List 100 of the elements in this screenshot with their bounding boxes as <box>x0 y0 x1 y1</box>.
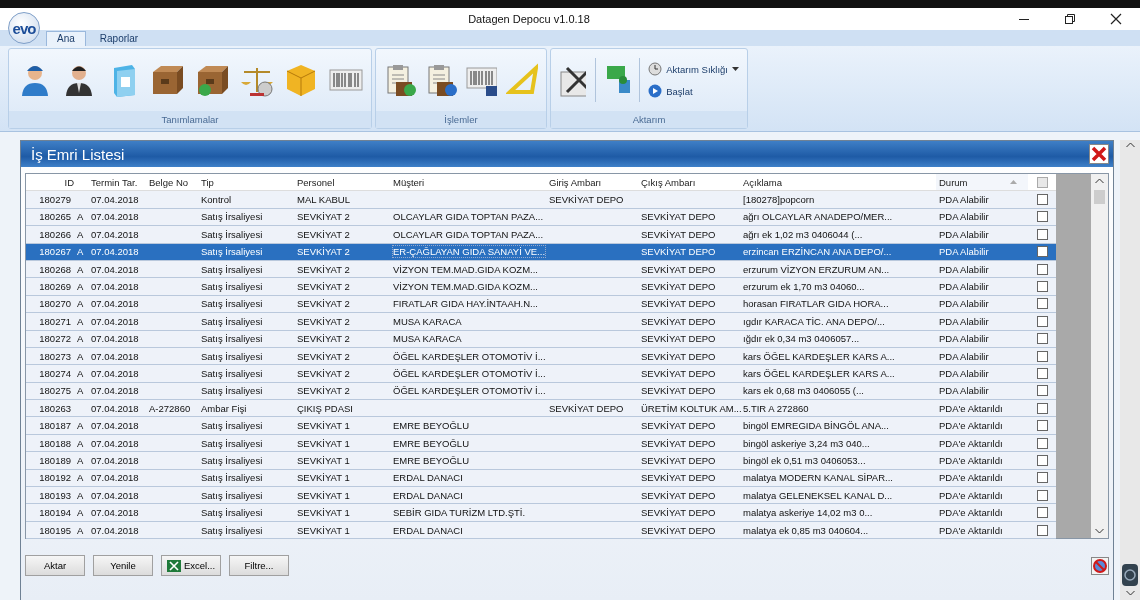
table-cell: PDA Alabilir <box>939 246 989 258</box>
checkbox[interactable] <box>1036 437 1048 449</box>
column-header[interactable]: Termin Tar. <box>88 174 146 191</box>
column-header[interactable]: Çıkış Ambarı <box>632 174 740 191</box>
column-header[interactable]: Durum <box>936 174 1028 191</box>
table-cell: ERDAL DANACI <box>393 489 463 501</box>
table-row[interactable]: 180193 A 07.04.2018 Satış İrsaliyesi SEVKİYAT 1 ERDAL DANACI SEVKİYAT DEPO malatya GELENEKSEL KANAL D... PDA'e Aktarıldı <box>26 487 1056 505</box>
checkbox[interactable] <box>1036 350 1048 362</box>
scroll-up-icon[interactable] <box>1095 178 1104 184</box>
table-row[interactable]: 180189 A 07.04.2018 Satış İrsaliyesi SEVKİYAT 1 EMRE BEYOĞLU SEVKİYAT DEPO bingöl ek 0,51 m3 0406053... PDA'e Aktarıldı <box>26 452 1056 470</box>
table-cell: 180269 <box>39 281 71 293</box>
checkbox[interactable] <box>1036 472 1048 484</box>
table-cell: Kontrol <box>201 194 232 206</box>
table-cell: 07.04.2018 <box>91 298 139 310</box>
table-row[interactable]: 180279 07.04.2018 Kontrol MAL KABUL SEVKİYAT DEPO [180278]popcorn PDA Alabilir <box>26 191 1056 209</box>
checkbox[interactable] <box>1036 298 1048 310</box>
ribbon-button[interactable]: Aktarım Sıklığı <box>648 62 739 76</box>
column-header[interactable]: ID <box>26 174 88 191</box>
restore-icon[interactable] <box>1064 13 1076 25</box>
column-header[interactable]: Giriş Ambarı <box>540 174 632 191</box>
action-button[interactable]: Yenile <box>93 555 153 576</box>
checkbox[interactable] <box>1036 281 1048 293</box>
table-row[interactable]: 180274 A 07.04.2018 Satış İrsaliyesi SEVKİYAT 2 ÖĞEL KARDEŞLER OTOMOTİV İ... SEVKİYAT DEPO kars ÖĞEL KARDEŞLER KARS A... PDA Alabilir <box>26 365 1056 383</box>
table-cell: Satış İrsaliyesi <box>201 246 263 258</box>
scroll-down-icon[interactable] <box>1095 528 1104 534</box>
column-header[interactable]: Müşteri <box>390 174 540 191</box>
table-cell: Satış İrsaliyesi <box>201 385 263 397</box>
table-cell: SEVKİYAT 1 <box>297 472 350 484</box>
app-logo[interactable]: evo <box>8 12 40 44</box>
clipboard-add-icon[interactable] <box>384 62 416 98</box>
checkbox[interactable] <box>1036 315 1048 327</box>
table-cell-text: SEVKİYAT DEPO <box>640 211 716 223</box>
table-cell: kars ÖĞEL KARDEŞLER KARS A... <box>743 368 895 379</box>
checkbox[interactable] <box>1036 402 1048 414</box>
table-cell: 180272 <box>39 333 71 345</box>
table-cell: PDA'e Aktarıldı <box>939 507 1003 519</box>
table-row[interactable]: 180187 A 07.04.2018 Satış İrsaliyesi SEVKİYAT 1 EMRE BEYOĞLU SEVKİYAT DEPO bingöl EMREGIDA BİNGÖL ANA... PDA'e Aktarıldı <box>26 417 1056 435</box>
table-cell: PDA'e Aktarıldı <box>939 472 1003 484</box>
column-header[interactable]: Personel <box>294 174 390 191</box>
table-cell: MAL KABUL <box>297 194 350 206</box>
table-cell: 180193 <box>39 489 71 501</box>
checkbox[interactable] <box>1036 176 1048 188</box>
table-cell: PDA'e Aktarıldı <box>939 420 1003 432</box>
checkbox[interactable] <box>1036 194 1048 206</box>
table-cell: EMRE BEYOĞLU <box>393 454 470 466</box>
table-cell: 07.04.2018 <box>91 385 139 397</box>
ribbon-tab[interactable]: Ana <box>46 31 86 46</box>
close-icon[interactable] <box>1110 13 1122 25</box>
table-cell: SEVKİYAT 2 <box>297 211 350 223</box>
table-cell: A <box>77 246 84 258</box>
action-button[interactable]: Filtre... <box>229 555 289 576</box>
table-cell: SEVKİYAT 2 <box>297 368 350 379</box>
checkbox[interactable] <box>1036 524 1048 536</box>
table-row[interactable]: 180194 A 07.04.2018 Satış İrsaliyesi SEVKİYAT 1 SEBİR GIDA TURİZM LTD.ŞTİ. SEVKİYAT DEPO malatya askeriye 14,02 m3 0... PDA'e Aktarıldı <box>26 504 1056 522</box>
checkbox[interactable] <box>1036 420 1048 432</box>
table-cell: Satış İrsaliyesi <box>201 350 263 362</box>
table-cell: PDA Alabilir <box>939 368 989 379</box>
table-row[interactable]: 180266 A 07.04.2018 Satış İrsaliyesi SEVKİYAT 2 OLCAYLAR GIDA TOPTAN PAZA... SEVKİYAT DEPO ağrı ek 1,02 m3 0406044 (... PDA Alabilir <box>26 226 1056 244</box>
ribbon-tab[interactable]: Raporlar <box>89 32 149 46</box>
checkbox[interactable] <box>1036 454 1048 466</box>
table-cell: 180265 <box>39 211 71 223</box>
no-entry-icon[interactable] <box>1091 556 1109 575</box>
table-cell-text: SEVKİYAT DEPO <box>640 437 716 449</box>
table-cell: PDA Alabilir <box>939 281 989 293</box>
table-cell: Satış İrsaliyesi <box>201 489 263 501</box>
ribbon-button[interactable]: Başlat <box>648 84 739 98</box>
scroll-down-icon[interactable] <box>1125 590 1135 596</box>
group-label: Tanımlamalar <box>9 111 371 128</box>
table-cell: FIRATLAR GIDA HAY.İNTAAH.N... <box>393 298 538 310</box>
table-cell: bingöl ek 0,51 m3 0406053... <box>743 454 866 466</box>
scroll-thumb[interactable] <box>1094 190 1105 204</box>
scrollbar[interactable] <box>1120 140 1140 600</box>
table-cell: ÖĞEL KARDEŞLER OTOMOTİV İ... <box>393 368 546 379</box>
scroll-up-icon[interactable] <box>1125 142 1135 148</box>
action-button[interactable]: Excel... <box>161 555 221 576</box>
column-header[interactable]: Tip <box>198 174 294 191</box>
checkbox[interactable] <box>1036 507 1048 519</box>
checkbox[interactable] <box>1036 263 1048 275</box>
table-cell: SEBİR GIDA TURİZM LTD.ŞTİ. <box>393 507 526 519</box>
scrollbar[interactable] <box>1091 174 1108 538</box>
column-header[interactable]: Açıklama <box>740 174 936 191</box>
checkbox[interactable] <box>1036 211 1048 223</box>
checkbox[interactable] <box>1036 489 1048 501</box>
table-cell: Ambar Fişi <box>201 402 247 414</box>
caret-icon <box>732 66 739 72</box>
table-cell: 07.04.2018 <box>91 194 139 206</box>
checkbox[interactable] <box>1036 385 1048 397</box>
checkbox[interactable] <box>1036 368 1048 379</box>
table-cell: 180192 <box>39 472 71 484</box>
side-handle-icon[interactable] <box>1122 564 1138 586</box>
table-cell: ER-ÇAĞLAYAN GIDA SANAYİ VE... <box>393 246 546 258</box>
table-row[interactable]: 180271 A 07.04.2018 Satış İrsaliyesi SEVKİYAT 2 MUSA KARACA SEVKİYAT DEPO ıgdır KARACA TİC. ANA DEPO/... PDA Alabilir <box>26 313 1056 331</box>
action-button[interactable]: Aktar <box>25 555 85 576</box>
checkbox[interactable] <box>1036 333 1048 345</box>
table-row[interactable]: 180263 07.04.2018 A-272860 Ambar Fişi ÇIKIŞ PDASI SEVKİYAT DEPO ÜRETİM KOLTUK AM...5.TIR A 272860 PDA'e Aktarıldı <box>26 400 1056 418</box>
column-header[interactable]: Belge No <box>146 174 198 191</box>
checkbox[interactable] <box>1036 228 1048 240</box>
table-cell: MUSA KARACA <box>393 315 462 327</box>
table-row[interactable]: 180269 A 07.04.2018 Satış İrsaliyesi SEVKİYAT 2 VİZYON TEM.MAD.GIDA KOZM... SEVKİYAT DEPO erzurum ek 1,70 m3 04060... PDA Alabilir <box>26 278 1056 296</box>
checkbox[interactable] <box>1036 246 1048 258</box>
